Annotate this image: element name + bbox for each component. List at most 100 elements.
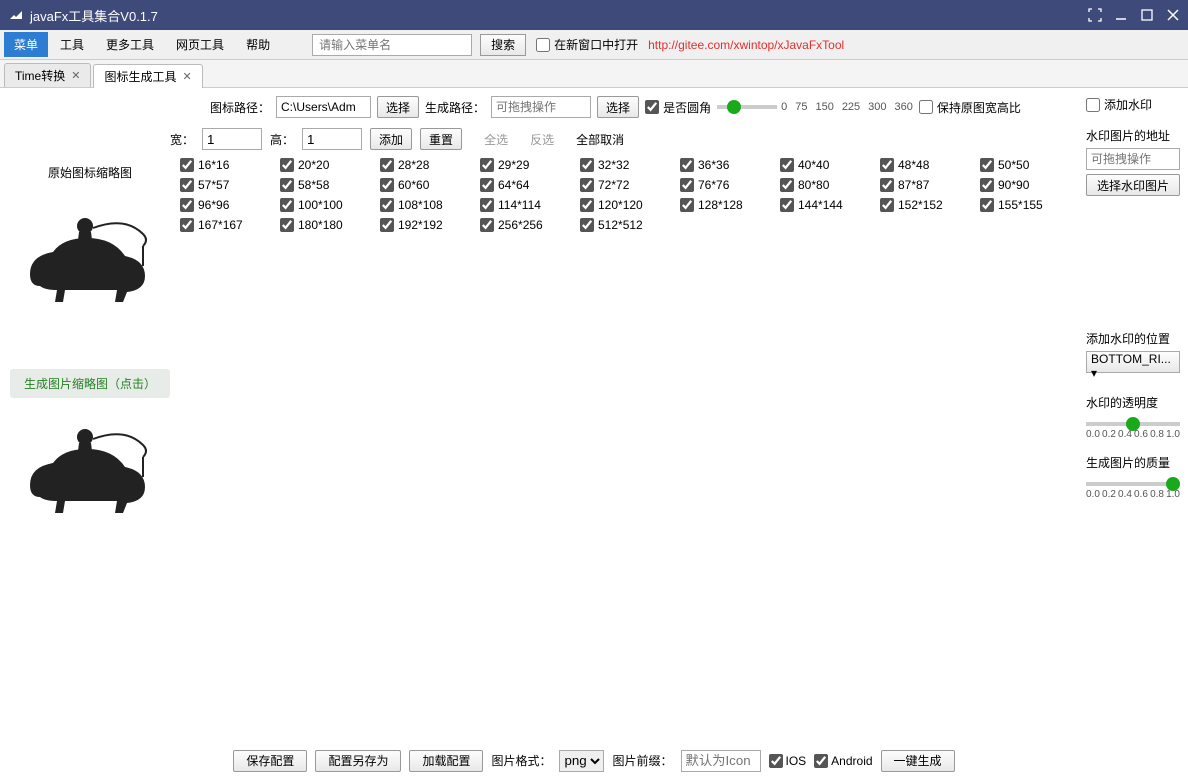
- size-checkbox-152x152[interactable]: 152*152: [880, 198, 976, 212]
- size-checkbox-76x76[interactable]: 76*76: [680, 178, 776, 192]
- height-spinner[interactable]: [302, 128, 362, 150]
- main-panel: 图标路径： 选择 生成路径： 选择 是否圆角 075150225300360 保…: [0, 88, 1086, 743]
- size-checkbox-50x50[interactable]: 50*50: [980, 158, 1076, 172]
- size-checkbox-108x108[interactable]: 108*108: [380, 198, 476, 212]
- quality-label: 生成图片的质量: [1086, 454, 1182, 471]
- menubar: 菜单 工具 更多工具 网页工具 帮助 搜索 在新窗口中打开 http://git…: [0, 30, 1188, 60]
- opacity-slider[interactable]: [1086, 422, 1180, 426]
- watermark-addr-input[interactable]: [1086, 148, 1180, 170]
- gen-path-input[interactable]: [491, 96, 591, 118]
- choose-gen-path-button[interactable]: 选择: [597, 96, 639, 118]
- menu-item-1[interactable]: 工具: [50, 32, 94, 57]
- size-checkbox-28x28[interactable]: 28*28: [380, 158, 476, 172]
- fullscreen-icon[interactable]: [1088, 8, 1102, 22]
- size-checkbox-120x120[interactable]: 120*120: [580, 198, 676, 212]
- save-config-as-button[interactable]: 配置另存为: [315, 750, 401, 772]
- size-checkbox-167x167[interactable]: 167*167: [180, 218, 276, 232]
- size-checkbox-100x100[interactable]: 100*100: [280, 198, 376, 212]
- size-checkbox-90x90[interactable]: 90*90: [980, 178, 1076, 192]
- sizes-grid: 16*16 20*20 28*28 29*29 32*32 36*36 40*40 48*48…: [180, 158, 1076, 540]
- size-checkbox-72x72[interactable]: 72*72: [580, 178, 676, 192]
- choose-icon-path-button[interactable]: 选择: [377, 96, 419, 118]
- tab-0[interactable]: Time转换✕: [4, 63, 91, 87]
- size-checkbox-16x16[interactable]: 16*16: [180, 158, 276, 172]
- height-label: 高：: [270, 131, 294, 148]
- close-icon[interactable]: [1166, 8, 1180, 22]
- size-checkbox-128x128[interactable]: 128*128: [680, 198, 776, 212]
- search-input[interactable]: [312, 34, 472, 56]
- menu-item-2[interactable]: 更多工具: [96, 32, 164, 57]
- path-row: 图标路径： 选择 生成路径： 选择 是否圆角 075150225300360 保…: [210, 96, 1076, 118]
- width-label: 宽：: [170, 131, 194, 148]
- menu-item-4[interactable]: 帮助: [236, 32, 280, 57]
- gen-thumb-image[interactable]: [15, 404, 165, 534]
- footer: 保存配置 配置另存为 加载配置 图片格式： png 图片前缀： IOS Andr…: [0, 743, 1188, 777]
- save-config-button[interactable]: 保存配置: [233, 750, 307, 772]
- size-checkbox-20x20[interactable]: 20*20: [280, 158, 376, 172]
- deselect-all-link[interactable]: 全部取消: [576, 131, 624, 148]
- new-window-checkbox[interactable]: 在新窗口中打开: [536, 36, 638, 53]
- invert-link[interactable]: 反选: [530, 131, 554, 148]
- dimension-row: 宽： 高： 添加 重置 全选 反选 全部取消: [170, 128, 1076, 150]
- width-spinner[interactable]: [202, 128, 262, 150]
- titlebar: javaFx工具集合V0.1.7: [0, 0, 1188, 30]
- menu-item-3[interactable]: 网页工具: [166, 32, 234, 57]
- size-checkbox-29x29[interactable]: 29*29: [480, 158, 576, 172]
- app-icon: [8, 7, 24, 23]
- minimize-icon[interactable]: [1114, 8, 1128, 22]
- size-checkbox-64x64[interactable]: 64*64: [480, 178, 576, 192]
- watermark-addr-label: 水印图片的地址: [1086, 127, 1182, 144]
- size-checkbox-96x96[interactable]: 96*96: [180, 198, 276, 212]
- prefix-input[interactable]: [681, 750, 761, 772]
- choose-watermark-button[interactable]: 选择水印图片: [1086, 174, 1180, 196]
- size-checkbox-155x155[interactable]: 155*155: [980, 198, 1076, 212]
- round-slider[interactable]: [717, 105, 777, 109]
- tab-1[interactable]: 图标生成工具✕: [93, 64, 202, 88]
- size-checkbox-87x87[interactable]: 87*87: [880, 178, 976, 192]
- close-icon[interactable]: ✕: [71, 69, 80, 82]
- gen-thumb-label[interactable]: 生成图片缩略图（点击）: [10, 369, 170, 398]
- generate-button[interactable]: 一键生成: [881, 750, 955, 772]
- size-checkbox-58x58[interactable]: 58*58: [280, 178, 376, 192]
- size-checkbox-57x57[interactable]: 57*57: [180, 178, 276, 192]
- search-button[interactable]: 搜索: [480, 34, 526, 56]
- size-checkbox-512x512[interactable]: 512*512: [580, 218, 676, 232]
- gen-path-label: 生成路径：: [425, 99, 485, 116]
- side-panel: 添加水印 水印图片的地址 选择水印图片 添加水印的位置 BOTTOM_RI...…: [1086, 88, 1188, 743]
- opacity-label: 水印的透明度: [1086, 394, 1182, 411]
- size-checkbox-192x192[interactable]: 192*192: [380, 218, 476, 232]
- ios-checkbox[interactable]: IOS: [769, 754, 807, 768]
- prefix-label: 图片前缀：: [612, 752, 672, 769]
- icon-path-input[interactable]: [276, 96, 371, 118]
- round-ticks: 075150225300360: [781, 101, 913, 113]
- add-watermark-checkbox[interactable]: 添加水印: [1086, 96, 1182, 113]
- size-checkbox-40x40[interactable]: 40*40: [780, 158, 876, 172]
- size-checkbox-180x180[interactable]: 180*180: [280, 218, 376, 232]
- size-checkbox-32x32[interactable]: 32*32: [580, 158, 676, 172]
- icon-path-label: 图标路径：: [210, 99, 270, 116]
- size-checkbox-60x60[interactable]: 60*60: [380, 178, 476, 192]
- menu-item-0[interactable]: 菜单: [4, 32, 48, 57]
- size-checkbox-144x144[interactable]: 144*144: [780, 198, 876, 212]
- size-checkbox-48x48[interactable]: 48*48: [880, 158, 976, 172]
- watermark-pos-select[interactable]: BOTTOM_RI... ▾: [1086, 351, 1180, 373]
- round-checkbox[interactable]: 是否圆角: [645, 99, 711, 116]
- add-button[interactable]: 添加: [370, 128, 412, 150]
- title-text: javaFx工具集合V0.1.7: [30, 6, 1088, 25]
- android-checkbox[interactable]: Android: [814, 754, 872, 768]
- watermark-pos-label: 添加水印的位置: [1086, 330, 1182, 347]
- close-icon[interactable]: ✕: [182, 70, 191, 83]
- size-checkbox-114x114[interactable]: 114*114: [480, 198, 576, 212]
- select-all-link[interactable]: 全选: [484, 131, 508, 148]
- size-checkbox-36x36[interactable]: 36*36: [680, 158, 776, 172]
- keep-ratio-checkbox[interactable]: 保持原图宽高比: [919, 99, 1021, 116]
- format-select[interactable]: png: [559, 750, 604, 772]
- tabbar: Time转换✕ 图标生成工具✕: [0, 60, 1188, 88]
- quality-slider[interactable]: [1086, 482, 1180, 486]
- load-config-button[interactable]: 加载配置: [409, 750, 483, 772]
- size-checkbox-80x80[interactable]: 80*80: [780, 178, 876, 192]
- maximize-icon[interactable]: [1140, 8, 1154, 22]
- repo-url-link[interactable]: http://gitee.com/xwintop/xJavaFxTool: [648, 38, 844, 52]
- size-checkbox-256x256[interactable]: 256*256: [480, 218, 576, 232]
- reset-button[interactable]: 重置: [420, 128, 462, 150]
